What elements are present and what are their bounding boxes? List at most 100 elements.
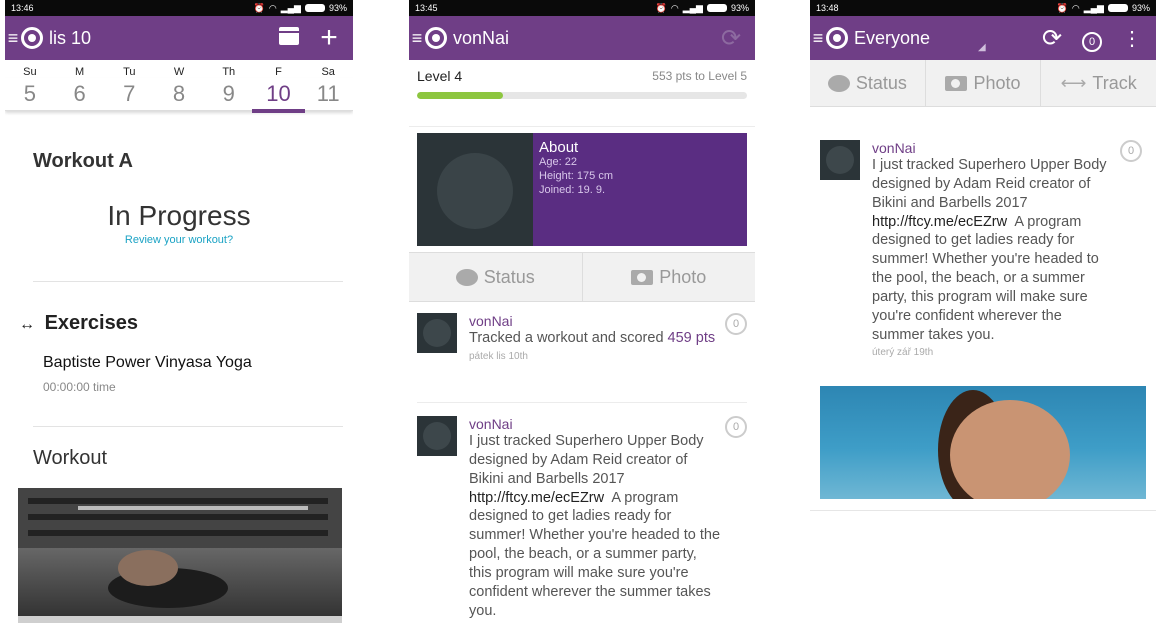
post-link[interactable]: http://ftcy.me/ecEZrw [469,490,604,506]
profile-photo[interactable] [417,133,533,246]
like-count-badge[interactable]: 0 [725,313,747,335]
calendar-date[interactable]: 11 [303,81,353,107]
signal-icon: ▂▄▆ [280,2,301,13]
battery-icon [304,4,325,12]
exercises-block: ↔ Exercises [5,312,353,335]
refresh-button[interactable]: ⟳ [711,24,751,53]
post-date: úterý zář 19th [872,347,934,359]
feed-filter-dropdown[interactable]: Everyone [854,28,978,49]
add-button[interactable]: + [309,21,349,55]
about-height: Height: 175 cm [539,169,613,182]
calendar-date[interactable]: 9 [204,81,254,107]
feed-post[interactable]: vonNai I just tracked Superhero Upper Bo… [820,140,1142,358]
calendar-date[interactable]: 5 [5,81,55,107]
menu-icon[interactable]: ≡ [7,29,19,47]
status-bar: 13:48 ⏰ ◠ ▂▄▆ 93% [810,0,1156,16]
date-strip: 5 6 7 8 9 10 11 [5,78,353,113]
status-tab[interactable]: Status [409,253,583,301]
weekday-label: F [275,66,282,78]
status-time: 13:45 [415,3,438,13]
photo-person-face [950,400,1070,499]
calendar-date[interactable]: 7 [104,81,154,107]
weekday-label: W [173,66,185,78]
track-tab[interactable]: ⟷ Track [1041,60,1156,106]
post-username[interactable]: vonNai [469,416,721,432]
divider [417,402,747,403]
battery-icon [706,4,727,12]
post-username[interactable]: vonNai [469,313,721,329]
workout-status: In Progress [107,200,251,231]
user-avatar[interactable] [820,140,860,180]
alarm-icon: ⏰ [253,2,265,13]
post-username[interactable]: vonNai [872,140,1116,156]
divider [810,510,1156,511]
user-avatar[interactable] [417,313,457,353]
workout-section: Workout [5,447,353,470]
weekday-label: M [74,66,85,78]
calendar-date[interactable]: 8 [154,81,204,107]
bench-press-image [18,488,342,623]
menu-icon[interactable]: ≡ [411,29,423,47]
about-details: About Age: 22 Height: 175 cm Joined: 19.… [533,133,619,246]
like-count-badge[interactable]: 0 [1120,140,1142,162]
status-time: 13:46 [11,3,34,13]
post-link[interactable]: http://ftcy.me/ecEZrw [872,214,1007,230]
exercise-time: 00:00:00 time [43,380,116,394]
exercise-item[interactable]: Baptiste Power Vinyasa Yoga 00:00:00 tim… [5,354,353,394]
exercise-name: Baptiste Power Vinyasa Yoga [43,354,252,371]
more-options-icon[interactable]: ⋮ [1112,26,1152,51]
weekday-label: Su [23,66,37,78]
status-bar: 13:46 ⏰ ◠ ▂▄▆ 93% [5,0,353,16]
feed-post[interactable]: vonNai Tracked a workout and scored 459 … [417,313,747,362]
level-row: Level 4 553 pts to Level 5 [409,60,755,92]
wifi-icon: ◠ [670,2,679,13]
progress-block: In Progress Review your workout? [5,170,353,246]
alarm-icon: ⏰ [1056,2,1068,13]
photo-tab[interactable]: Photo [583,253,756,301]
divider [33,281,343,282]
battery-icon [1107,4,1128,12]
chat-bubble-icon [455,268,478,286]
status-time: 13:48 [816,3,839,13]
expand-arrows-icon: ↔ [19,316,35,333]
app-logo-icon [21,27,43,49]
dropdown-corner-icon: ◢ [978,41,986,53]
post-body: vonNai I just tracked Superhero Upper Bo… [469,416,721,620]
divider [33,426,343,427]
menu-icon[interactable]: ≡ [812,29,824,47]
feed-screen: 13:48 ⏰ ◠ ▂▄▆ 93% ≡ Everyone ◢ ⟳ 0 ⋮ Sta… [810,0,1156,623]
post-photo[interactable] [820,386,1146,499]
photo-tab[interactable]: Photo [926,60,1042,106]
divider [409,126,755,127]
battery-level: 93% [730,3,749,13]
about-card: About Age: 22 Height: 175 cm Joined: 19.… [417,133,747,246]
profile-name: vonNai [453,27,510,48]
post-body: vonNai Tracked a workout and scored 459 … [469,313,721,362]
weekday-label: Sa [321,66,335,78]
calendar-date[interactable]: 6 [55,81,105,107]
about-age: Age: 22 [539,156,577,168]
wifi-icon: ◠ [1071,2,1080,13]
about-joined: Joined: 19. 9. [539,183,606,196]
notification-count: 0 [1082,31,1102,52]
calendar-date[interactable]: 10 [251,81,306,113]
camera-icon [631,269,654,285]
review-workout-link[interactable]: Review your workout? [5,234,353,246]
chat-bubble-icon [827,74,850,92]
calendar-button[interactable] [269,25,309,51]
refresh-button[interactable]: ⟳ [1032,24,1072,53]
camera-icon [945,75,968,91]
calendar-screen: 13:46 ⏰ ◠ ▂▄▆ 93% ≡ lis 10 + Su M Tu W Th F Sa… [5,0,353,623]
status-icons: ⏰ ◠ ▂▄▆ 93% [254,3,347,14]
post-text: I just tracked Superhero Upper Body desi… [872,157,1107,343]
signal-icon: ▂▄▆ [1083,2,1104,13]
workout-section-title: Workout [33,447,108,469]
status-tab[interactable]: Status [810,60,926,106]
post-date: pátek lis 10th [469,350,528,362]
user-avatar[interactable] [417,416,457,456]
feed-post[interactable]: vonNai I just tracked Superhero Upper Bo… [417,416,747,620]
notifications-button[interactable]: 0 [1072,25,1112,52]
workout-video-thumbnail[interactable] [18,488,342,623]
status-icons: ⏰ ◠ ▂▄▆ 93% [656,3,749,14]
like-count-badge[interactable]: 0 [725,416,747,438]
